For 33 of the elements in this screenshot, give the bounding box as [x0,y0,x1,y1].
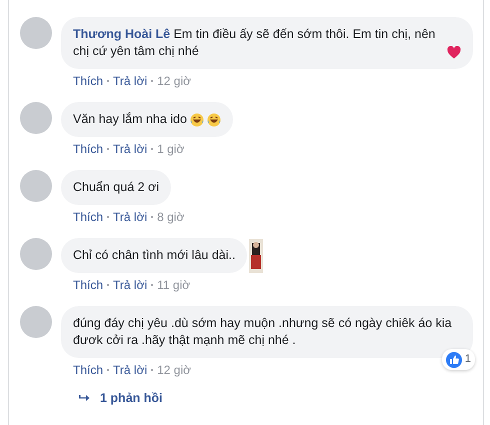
comment-time: 11 giờ [157,278,190,292]
like-link[interactable]: Thích [73,74,104,88]
comment-time: 12 giờ [157,363,191,377]
like-link[interactable]: Thích [73,210,104,224]
reply-link[interactable]: Trả lời [113,278,148,292]
laughing-emoji-icon [190,113,204,127]
comment-text: Văn hay lắm nha ido [73,111,187,128]
heart-icon [447,46,461,59]
comment-text: Chuẩn quá 2 ơi [73,179,160,196]
reply-link[interactable]: Trả lời [113,363,148,377]
comment-text: đúng đáy chị yêu .dù sớm hay muộn .nhưng sẽ có ngày chiêk áo kia đươk cởi ra .hãy thật mạnh mẽ chị nhé . [73,315,453,349]
avatar[interactable] [20,238,52,270]
laughing-emoji-icon [206,113,221,127]
avatar[interactable] [20,17,52,49]
comment-time: 12 giờ [157,74,191,88]
avatar[interactable] [20,170,52,202]
comment-time: 8 giờ [157,210,184,224]
comment-text: Chỉ có chân tình mới lâu dài.. [73,247,236,264]
reaction-badge[interactable]: 1 [442,349,475,370]
like-link[interactable]: Thích [73,142,104,156]
reaction-count: 1 [464,352,471,367]
comment-text: Thương Hoài Lê Em tin điều ấy sẽ đến sớm thôi. Em tin chị, nên chị cứ yên tâm chị nhé [73,26,436,60]
reply-link[interactable]: Trả lời [113,74,148,88]
reply-link[interactable]: Trả lời [113,210,148,224]
avatar[interactable] [20,102,52,134]
reply-arrow-icon [78,394,90,402]
thumbs-up-icon [446,352,462,368]
comment-time: 1 giờ [157,142,184,156]
avatar[interactable] [20,306,52,338]
reply-link[interactable]: Trả lời [113,142,148,156]
like-link[interactable]: Thích [73,278,104,292]
view-replies-link[interactable]: 1 phản hồi [78,391,473,405]
like-link[interactable]: Thích [73,363,104,377]
